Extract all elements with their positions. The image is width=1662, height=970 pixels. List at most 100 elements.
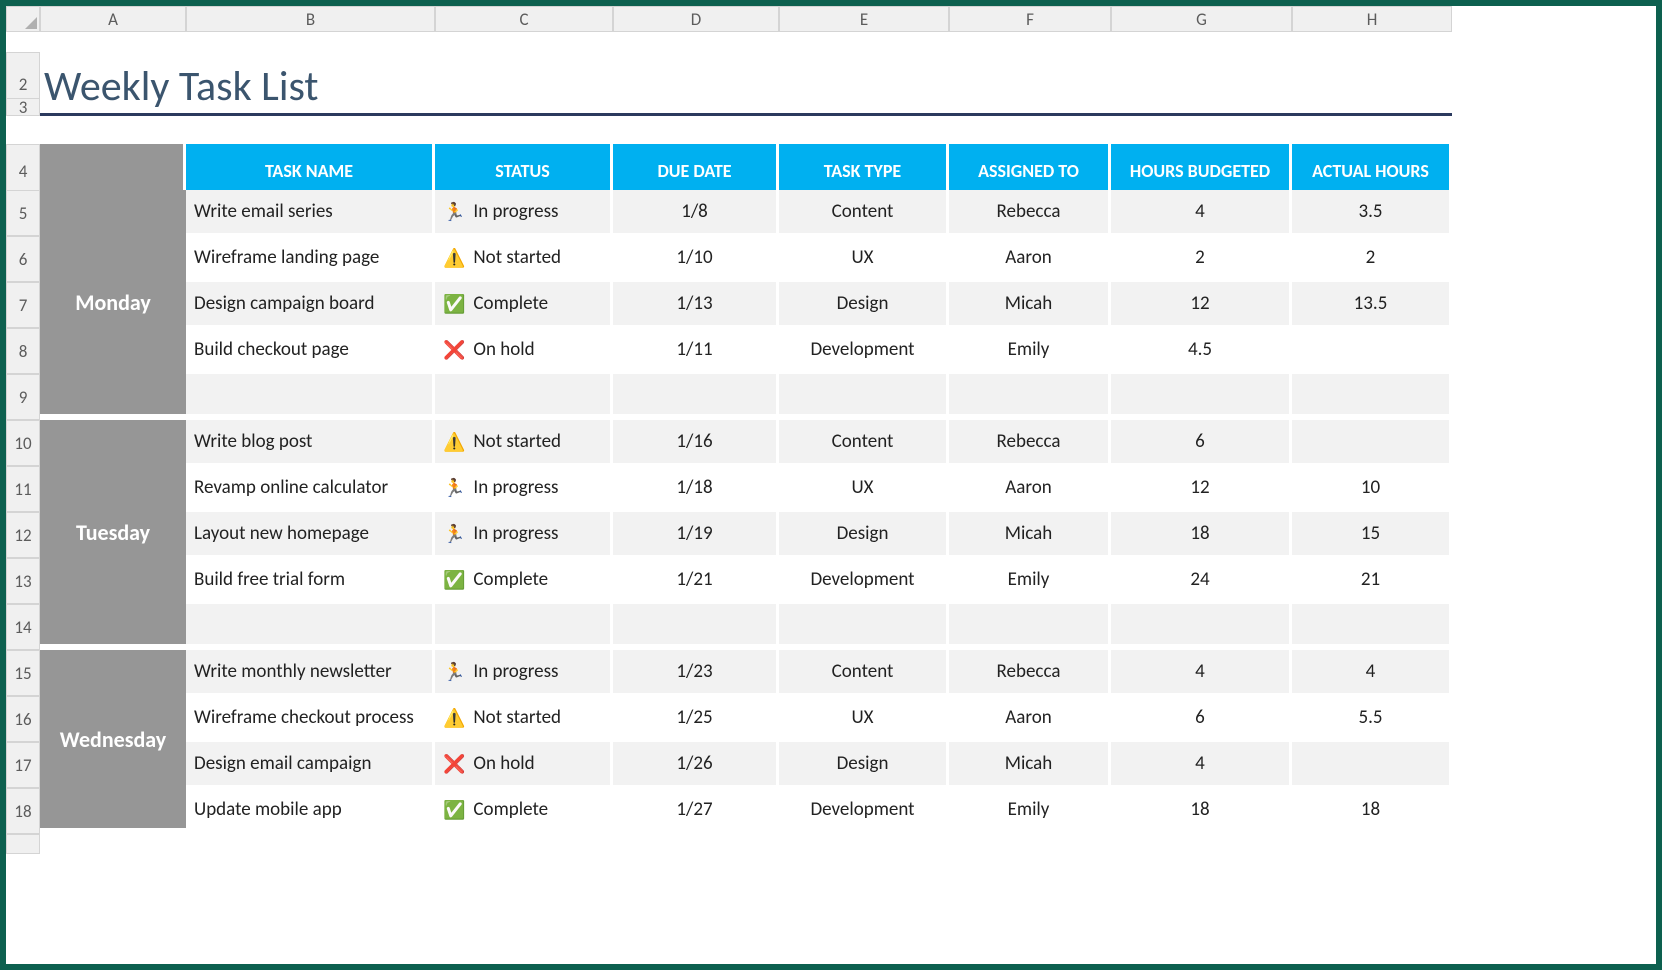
hours-budgeted-cell[interactable]: 4 [1111,650,1292,696]
actual-hours-cell[interactable] [1292,420,1452,466]
row-header-16[interactable]: 16 [6,696,40,742]
actual-hours-cell[interactable]: 21 [1292,558,1452,604]
status-cell[interactable]: ✅Complete [435,282,613,328]
task-type-cell[interactable] [779,374,949,420]
row-header-8[interactable]: 8 [6,328,40,374]
task-name-cell[interactable]: Write monthly newsletter [186,650,435,696]
task-type-cell[interactable]: Development [779,328,949,374]
actual-hours-cell[interactable]: 15 [1292,512,1452,558]
row-header-3[interactable]: 3 [6,98,40,116]
row-header-10[interactable]: 10 [6,420,40,466]
hours-budgeted-cell[interactable]: 2 [1111,236,1292,282]
assigned-to-cell[interactable]: Rebecca [949,190,1111,236]
task-type-cell[interactable]: Design [779,282,949,328]
task-name-cell[interactable]: Build free trial form [186,558,435,604]
row-header-5[interactable]: 5 [6,190,40,236]
assigned-to-cell[interactable]: Aaron [949,696,1111,742]
task-name-cell[interactable]: Build checkout page [186,328,435,374]
column-header-F[interactable]: F [949,6,1111,32]
task-name-cell[interactable] [186,374,435,420]
due-date-cell[interactable]: 1/11 [613,328,779,374]
task-name-cell[interactable] [186,604,435,650]
due-date-cell[interactable]: 1/19 [613,512,779,558]
hours-budgeted-cell[interactable]: 12 [1111,282,1292,328]
day-label-monday[interactable]: Monday [40,190,186,420]
day-label-wednesday[interactable]: Wednesday [40,650,186,834]
actual-hours-cell[interactable]: 4 [1292,650,1452,696]
status-cell[interactable]: ❌On hold [435,328,613,374]
due-date-cell[interactable]: 1/18 [613,466,779,512]
column-header-D[interactable]: D [613,6,779,32]
row-header-18[interactable]: 18 [6,788,40,834]
task-type-cell[interactable]: Content [779,420,949,466]
assigned-to-cell[interactable] [949,374,1111,420]
row-header-13[interactable]: 13 [6,558,40,604]
task-type-cell[interactable]: Development [779,558,949,604]
task-name-cell[interactable]: Layout new homepage [186,512,435,558]
column-header-A[interactable]: A [40,6,186,32]
status-cell[interactable] [435,604,613,650]
due-date-cell[interactable]: 1/23 [613,650,779,696]
row-header-17[interactable]: 17 [6,742,40,788]
status-cell[interactable]: ⚠️Not started [435,696,613,742]
due-date-cell[interactable]: 1/13 [613,282,779,328]
hours-budgeted-cell[interactable] [1111,374,1292,420]
actual-hours-cell[interactable] [1292,374,1452,420]
hours-budgeted-cell[interactable]: 4 [1111,742,1292,788]
column-header-B[interactable]: B [186,6,435,32]
status-cell[interactable]: 🏃In progress [435,512,613,558]
due-date-cell[interactable]: 1/8 [613,190,779,236]
status-cell[interactable]: 🏃In progress [435,190,613,236]
row-header-9[interactable]: 9 [6,374,40,420]
task-type-cell[interactable]: Content [779,190,949,236]
actual-hours-cell[interactable] [1292,328,1452,374]
task-name-cell[interactable]: Revamp online calculator [186,466,435,512]
row-header-14[interactable]: 14 [6,604,40,650]
assigned-to-cell[interactable]: Micah [949,512,1111,558]
row-header-7[interactable]: 7 [6,282,40,328]
task-name-cell[interactable]: Design email campaign [186,742,435,788]
row-header-19[interactable] [6,834,40,854]
row-header-11[interactable]: 11 [6,466,40,512]
task-type-cell[interactable]: UX [779,466,949,512]
due-date-cell[interactable]: 1/21 [613,558,779,604]
row-header-12[interactable]: 12 [6,512,40,558]
actual-hours-cell[interactable]: 18 [1292,788,1452,834]
status-cell[interactable]: 🏃In progress [435,466,613,512]
row-header-15[interactable]: 15 [6,650,40,696]
task-name-cell[interactable]: Wireframe checkout process [186,696,435,742]
hours-budgeted-cell[interactable]: 24 [1111,558,1292,604]
due-date-cell[interactable]: 1/16 [613,420,779,466]
assigned-to-cell[interactable]: Rebecca [949,650,1111,696]
actual-hours-cell[interactable]: 13.5 [1292,282,1452,328]
due-date-cell[interactable]: 1/26 [613,742,779,788]
task-type-cell[interactable]: UX [779,236,949,282]
actual-hours-cell[interactable]: 5.5 [1292,696,1452,742]
task-name-cell[interactable]: Write email series [186,190,435,236]
assigned-to-cell[interactable]: Micah [949,282,1111,328]
hours-budgeted-cell[interactable] [1111,604,1292,650]
actual-hours-cell[interactable]: 10 [1292,466,1452,512]
task-type-cell[interactable]: Content [779,650,949,696]
task-name-cell[interactable]: Update mobile app [186,788,435,834]
due-date-cell[interactable] [613,374,779,420]
task-name-cell[interactable]: Write blog post [186,420,435,466]
status-cell[interactable]: 🏃In progress [435,650,613,696]
task-name-cell[interactable]: Wireframe landing page [186,236,435,282]
column-header-E[interactable]: E [779,6,949,32]
task-type-cell[interactable]: Design [779,742,949,788]
status-cell[interactable]: ❌On hold [435,742,613,788]
hours-budgeted-cell[interactable]: 6 [1111,420,1292,466]
status-cell[interactable] [435,374,613,420]
hours-budgeted-cell[interactable]: 4 [1111,190,1292,236]
status-cell[interactable]: ✅Complete [435,788,613,834]
status-cell[interactable]: ⚠️Not started [435,236,613,282]
hours-budgeted-cell[interactable]: 18 [1111,788,1292,834]
due-date-cell[interactable]: 1/25 [613,696,779,742]
assigned-to-cell[interactable]: Emily [949,558,1111,604]
assigned-to-cell[interactable]: Aaron [949,466,1111,512]
assigned-to-cell[interactable]: Micah [949,742,1111,788]
due-date-cell[interactable]: 1/10 [613,236,779,282]
status-cell[interactable]: ✅Complete [435,558,613,604]
column-header-G[interactable]: G [1111,6,1292,32]
